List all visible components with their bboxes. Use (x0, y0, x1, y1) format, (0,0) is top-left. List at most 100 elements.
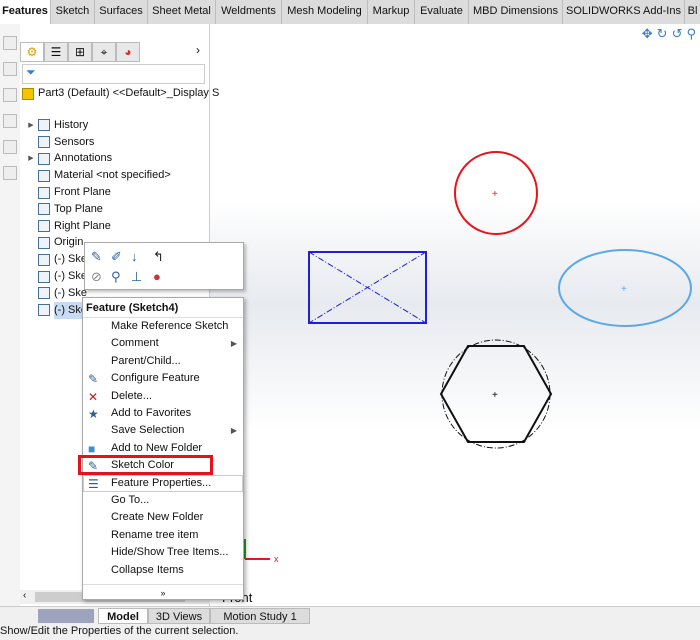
tree-item-label: Right Plane (54, 219, 111, 232)
tab-features[interactable]: Features (0, 0, 51, 24)
tab-evaluate[interactable]: Evaluate (415, 0, 469, 24)
part-icon (22, 87, 34, 100)
tab-sheet-metal[interactable]: Sheet Metal (148, 0, 216, 24)
menu-item-create-new-folder[interactable]: Create New Folder (83, 509, 243, 526)
appearance-icon[interactable]: ● (153, 269, 161, 284)
tool-icon[interactable] (3, 62, 17, 76)
menu-item-delete[interactable]: ✕ Delete... (83, 388, 243, 405)
menu-item-label: Add to New Folder (111, 441, 203, 454)
menu-item-make-reference-sketch[interactable]: Make Reference Sketch (83, 318, 243, 335)
menu-item-label: Make Reference Sketch (111, 320, 229, 332)
tree-item[interactable]: ▶ Annotations (24, 150, 112, 167)
command-manager-tabs: Features Sketch Surfaces Sheet Metal Weldmen… (0, 0, 700, 24)
panel-tabs: ⚙ ☰ ⊞ ⌖ ◕ (20, 42, 140, 62)
menu-item-rename-tree-item[interactable]: Rename tree item (83, 527, 243, 544)
properties-icon: ☰ (88, 476, 99, 491)
edit-feature-icon[interactable]: ✐ (111, 249, 122, 265)
parent-icon[interactable]: ↰ (153, 249, 164, 265)
origin-icon (38, 236, 50, 249)
tab-scroll-buttons[interactable] (38, 609, 94, 623)
dimxpert-tab[interactable]: ⌖ (92, 42, 116, 62)
axis-x-label: x (274, 554, 279, 564)
menu-item-configure-feature[interactable]: ✎ Configure Feature (83, 370, 243, 387)
tree-item[interactable]: ▶ History (24, 117, 88, 134)
configure-feature-icon: ✎ (88, 372, 99, 387)
svg-text:+: + (492, 189, 498, 200)
menu-item-label: Delete... (111, 389, 152, 402)
menu-item-label: Comment (111, 337, 159, 350)
tree-item[interactable]: Part3 (Default) <<Default>_Display S (22, 85, 219, 102)
propertymanager-tab[interactable]: ☰ (44, 42, 68, 62)
menu-item-save-selection[interactable]: Save Selection ▶ (83, 422, 243, 439)
tool-icon[interactable] (3, 166, 17, 180)
hexagon-sketch[interactable]: + (439, 339, 553, 449)
tab-bl[interactable]: Bl (685, 0, 700, 24)
circle-sketch[interactable]: + (454, 151, 538, 235)
chevron-right-icon[interactable]: › (196, 43, 200, 57)
zoom-to-selection-icon[interactable]: ⚲ (111, 269, 121, 285)
submenu-arrow-icon: ▶ (230, 426, 237, 436)
tab-motion-study[interactable]: Motion Study 1 (210, 608, 310, 624)
tree-item-label: Material <not specified> (54, 169, 171, 182)
tab-model[interactable]: Model (98, 608, 148, 624)
tree-item[interactable]: Right Plane (24, 218, 111, 235)
tab-weldments[interactable]: Weldments (216, 0, 282, 24)
menu-item-label: Create New Folder (111, 511, 204, 524)
tab-surfaces[interactable]: Surfaces (95, 0, 148, 24)
menu-item-add-to-favorites[interactable]: ★ Add to Favorites (83, 405, 243, 422)
history-icon (38, 119, 50, 132)
menu-item-label: Configure Feature (111, 372, 200, 385)
menu-item-label: Collapse Items (111, 563, 184, 576)
tree-item[interactable]: Material <not specified> (24, 167, 171, 184)
tab-sketch[interactable]: Sketch (51, 0, 95, 24)
tree-item[interactable]: (-) Ske (24, 268, 87, 285)
ellipse-sketch[interactable]: + (558, 249, 692, 327)
tool-icon[interactable] (3, 36, 17, 50)
menu-item-label: Go To... (111, 494, 150, 506)
tab-markup[interactable]: Markup (368, 0, 415, 24)
delete-icon: ✕ (88, 389, 99, 404)
menu-item-parent-child[interactable]: Parent/Child... (83, 353, 243, 370)
menu-item-feature-properties[interactable]: ☰ Feature Properties... (83, 474, 243, 492)
graphics-area[interactable]: ✥↻↺⚲ + + + x Front (210, 24, 700, 606)
tab-mesh-modeling[interactable]: Mesh Modeling (282, 0, 368, 24)
edit-sketch-icon[interactable]: ✎ (91, 249, 102, 265)
tool-icon[interactable] (3, 114, 17, 128)
sketch-icon (38, 253, 50, 266)
submenu-arrow-icon: ▶ (230, 339, 237, 349)
scroll-left-icon[interactable]: ‹ (23, 590, 26, 601)
expand-icon[interactable]: ▶ (24, 117, 38, 134)
tree-item[interactable]: Origin (24, 234, 83, 251)
normal-to-icon[interactable]: ⊥ (131, 269, 142, 285)
menu-item-hide-show-tree-items[interactable]: Hide/Show Tree Items... (83, 544, 243, 561)
tree-filter-input[interactable]: ⏷ (22, 64, 205, 84)
tree-item[interactable]: Front Plane (24, 184, 111, 201)
tree-item[interactable]: Sensors (24, 134, 94, 151)
rollback-icon[interactable]: ↓ (131, 249, 138, 264)
menu-item-collapse-items[interactable]: Collapse Items (83, 562, 243, 579)
menu-item-go-to[interactable]: Go To... (83, 492, 243, 509)
menu-item-comment[interactable]: Comment ▶ (83, 335, 243, 352)
tab-solidworks-add-ins[interactable]: SOLIDWORKS Add-Ins (563, 0, 685, 24)
tool-icon[interactable] (3, 140, 17, 154)
menu-item-label: Parent/Child... (111, 354, 181, 367)
tab-mbd-dimensions[interactable]: MBD Dimensions (469, 0, 563, 24)
hide-icon[interactable]: ⊘ (91, 269, 102, 285)
menu-more-button[interactable]: » (83, 584, 243, 598)
menu-item-label: Save Selection (111, 424, 185, 437)
display-manager-tab[interactable]: ◕ (116, 42, 140, 62)
tab-3d-views[interactable]: 3D Views (148, 608, 210, 624)
tool-icon[interactable] (3, 88, 17, 102)
rectangle-sketch[interactable] (308, 251, 427, 324)
context-menu: Feature (Sketch4) Make Reference Sketch C… (82, 297, 244, 600)
tree-item-label: History (54, 118, 89, 131)
sketch-icon (38, 270, 50, 283)
configurationmanager-tab[interactable]: ⊞ (68, 42, 92, 62)
featuremanager-tab[interactable]: ⚙ (20, 42, 44, 62)
tree-item[interactable]: Top Plane (24, 201, 103, 218)
expand-icon[interactable]: ▶ (24, 150, 38, 167)
plane-icon (38, 220, 50, 233)
tree-item[interactable]: (-) Ske (24, 285, 87, 302)
tree-item-label: Top Plane (54, 202, 103, 215)
tree-item-label: Origin (54, 236, 84, 249)
